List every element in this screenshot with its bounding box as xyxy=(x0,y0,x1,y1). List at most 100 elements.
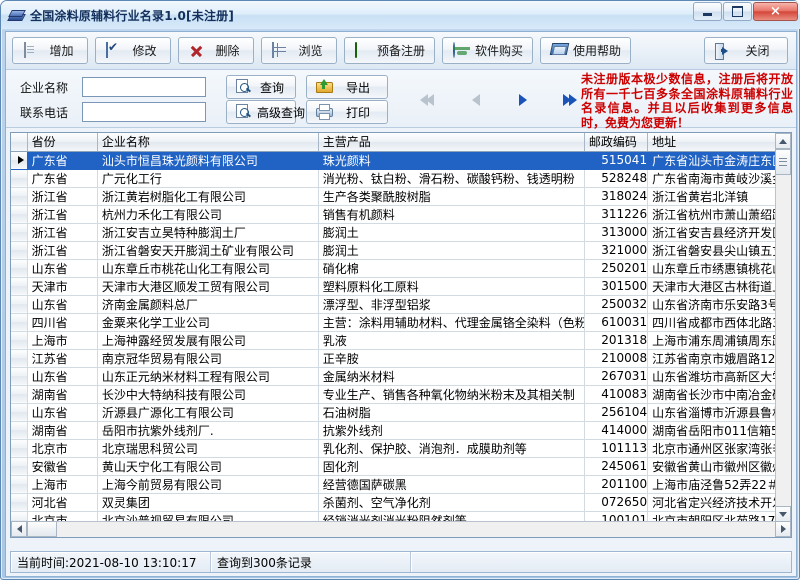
row-indicator[interactable] xyxy=(11,169,28,188)
scroll-left-button[interactable] xyxy=(11,521,27,537)
row-indicator[interactable] xyxy=(11,349,28,368)
row-indicator[interactable] xyxy=(11,475,28,494)
table-row[interactable]: 湖南省 长沙中大特纳科技有限公司 专业生产、销售各种氧化物纳米粉末及其相关制 4100… xyxy=(11,385,791,404)
company-name-input[interactable] xyxy=(82,77,206,97)
horizontal-scrollbar[interactable] xyxy=(11,521,791,537)
cell-product: 销售有机颜料 xyxy=(318,205,585,224)
table-row[interactable]: 北京市 北京瑞思科贸公司 乳化剂、保护胶、消泡剂．成膜助剂等 101113 北京市通州区… xyxy=(11,439,791,458)
row-indicator[interactable] xyxy=(11,205,28,224)
table-row[interactable]: 四川省 金粟来化学工业公司 主营：涂料用辅助材料、代理金属铬全染料（色粉 610031… xyxy=(11,313,791,332)
table-row[interactable]: 安徽省黄山天宁化工有限公司固化剂245061安徽省黄山市徽州区徽州西路 xyxy=(11,457,791,476)
column-header-address[interactable]: 地址 xyxy=(647,133,791,152)
row-indicator[interactable] xyxy=(11,223,28,242)
pre-register-button[interactable]: 预备注册 xyxy=(344,37,436,64)
row-indicator[interactable] xyxy=(11,439,28,458)
horizontal-scroll-thumb[interactable] xyxy=(27,521,57,537)
browse-button[interactable]: 浏览 xyxy=(261,37,337,64)
cell-product: 抗紫外线剂 xyxy=(318,421,585,440)
last-record-icon[interactable] xyxy=(561,91,579,109)
table-row[interactable]: 上海市上海神露经贸发展有限公司乳液201318上海市浦东周浦镇周东路602- xyxy=(11,331,791,350)
cell-province: 浙江省 xyxy=(27,205,98,224)
cell-province: 天津市 xyxy=(27,277,98,296)
contact-phone-input[interactable] xyxy=(82,102,206,122)
close-button[interactable]: 关闭 xyxy=(704,37,788,64)
cell-address: 浙江省黄岩北洋镇 xyxy=(647,187,791,206)
table-row[interactable]: 浙江省 浙江黄岩树脂化工有限公司 生产各类聚酰胺树脂 318024 浙江省黄岩北洋镇 xyxy=(11,187,791,206)
cell-province: 安徽省 xyxy=(27,457,98,476)
export-button[interactable]: 导出 xyxy=(306,75,388,99)
cell-product: 漂浮型、非浮型铝浆 xyxy=(318,295,585,314)
vertical-scroll-thumb[interactable] xyxy=(775,149,791,175)
maximize-button[interactable] xyxy=(723,2,752,21)
table-row[interactable]: 浙江省浙江省磐安天开膨润土矿业有限公司膨润土321000浙江省磐安县尖山镇五丈工… xyxy=(11,241,791,260)
table-row[interactable]: 山东省山东章丘市桃花山化工有限公司硝化棉250201山东章丘市绣惠镇桃花山铝土 xyxy=(11,259,791,278)
add-button[interactable]: 增加 xyxy=(12,37,88,64)
help-button[interactable]: 使用帮助 xyxy=(540,37,632,64)
table-row[interactable]: 山东省 山东正元纳米材料工程有限公司 金属纳米材料 267031 山东省潍坊市高新区大学… xyxy=(11,367,791,386)
scroll-right-button[interactable] xyxy=(775,521,791,537)
books-icon xyxy=(7,7,26,23)
records-grid[interactable]: 省份 企业名称 主营产品 邮政编码 地址 广东省 汕头市恒昌珠光颜料有限公司 珠光颜… xyxy=(10,132,792,538)
row-indicator[interactable] xyxy=(11,403,28,422)
cell-product: 杀菌剂、空气净化剂 xyxy=(318,493,585,512)
row-indicator[interactable] xyxy=(11,367,28,386)
minimize-button[interactable] xyxy=(693,2,722,21)
cell-address: 山东章丘市绣惠镇桃花山铝土 xyxy=(647,259,791,278)
row-indicator[interactable] xyxy=(11,457,28,476)
row-indicator[interactable] xyxy=(11,313,28,332)
row-indicator[interactable] xyxy=(11,187,28,206)
row-indicator[interactable] xyxy=(11,385,28,404)
vertical-scrollbar[interactable] xyxy=(775,133,791,522)
cell-postcode: 245061 xyxy=(584,457,649,476)
cell-address: 山东省潍坊市高新区大学科技 xyxy=(647,367,791,386)
purchase-software-button[interactable]: 软件购买 xyxy=(442,37,534,64)
checkbox-edit-icon xyxy=(105,41,121,59)
row-indicator[interactable] xyxy=(11,259,28,278)
table-row[interactable]: 天津市 天津市大港区顺发工贸有限公司 塑料原料化工原料 301500 天津市大港区古林街… xyxy=(11,277,791,296)
print-button[interactable]: 打印 xyxy=(306,100,388,124)
table-row[interactable]: 山东省 济南金属颜料总厂 漂浮型、非浮型铝浆 250032 山东省济南市乐安路3号 xyxy=(11,295,791,314)
column-header-province[interactable]: 省份 xyxy=(27,133,98,152)
advanced-query-button[interactable]: 高级查询 xyxy=(226,100,305,124)
edit-button[interactable]: 修改 xyxy=(95,37,171,64)
table-row[interactable]: 浙江省浙江安吉立昊特种膨润土厂膨润土313000浙江省安吉县经济开发区万亩 xyxy=(11,223,791,242)
row-indicator[interactable] xyxy=(11,421,28,440)
row-indicator[interactable] xyxy=(11,151,28,170)
chevron-down-icon xyxy=(779,511,787,517)
table-row[interactable]: 上海市上海今前贸易有限公司经营德国萨碳黑201100上海市庙泾鲁52弄22＃楼5… xyxy=(11,475,791,494)
next-record-icon[interactable] xyxy=(513,91,531,109)
table-row[interactable]: 河北省 双灵集团 杀菌剂、空气净化剂 072650 河北省定兴经济技术开发区 xyxy=(11,493,791,512)
row-indicator[interactable] xyxy=(11,241,28,260)
search-advanced-icon xyxy=(235,104,251,120)
column-header-company[interactable]: 企业名称 xyxy=(97,133,319,152)
scroll-up-button[interactable] xyxy=(775,133,791,149)
delete-button[interactable]: 删除 xyxy=(178,37,254,64)
cell-province: 江苏省 xyxy=(27,349,98,368)
first-record-icon[interactable] xyxy=(418,91,436,109)
cell-product: 正辛胺 xyxy=(318,349,585,368)
row-indicator[interactable] xyxy=(11,493,28,512)
column-header-postcode[interactable]: 邮政编码 xyxy=(584,133,649,152)
row-indicator[interactable] xyxy=(11,331,28,350)
table-row[interactable]: 广东省 广元化工行 消光粉、钛白粉、滑石粉、碳酸钙粉、钱透明粉 528248 广东省南海… xyxy=(11,169,791,188)
printer-icon xyxy=(315,104,333,120)
scroll-down-button[interactable] xyxy=(775,506,791,522)
table-row[interactable]: 湖南省 岳阳市抗紫外线剂厂. 抗紫外线剂 414000 湖南省岳阳市011信箱50号 xyxy=(11,421,791,440)
row-indicator-header xyxy=(11,133,28,152)
table-row[interactable]: 山东省沂源县广源化工有限公司石油树脂256104山东省淄博市沂源县鲁村镇耆 xyxy=(11,403,791,422)
cell-province: 湖南省 xyxy=(27,385,98,404)
column-header-product[interactable]: 主营产品 xyxy=(318,133,585,152)
close-window-button[interactable]: × xyxy=(753,2,798,21)
table-row[interactable]: 广东省汕头市恒昌珠光颜料有限公司珠光颜料515041广东省汕头市金涛庄东区73栋 xyxy=(11,151,791,170)
row-indicator[interactable] xyxy=(11,295,28,314)
query-button[interactable]: 查询 xyxy=(226,75,296,99)
table-row[interactable]: 江苏省 南京冠华贸易有限公司 正辛胺 210008 江苏省南京市娥眉路12号 xyxy=(11,349,791,368)
cell-province: 浙江省 xyxy=(27,187,98,206)
cell-postcode: 250032 xyxy=(584,295,649,314)
cell-postcode: 515041 xyxy=(584,151,649,170)
previous-record-icon[interactable] xyxy=(466,91,484,109)
table-row[interactable]: 浙江省杭州力禾化工有限公司销售有机颜料311226浙江省杭州市萧山萧绍路289- xyxy=(11,205,791,224)
cell-company: 浙江黄岩树脂化工有限公司 xyxy=(97,187,319,206)
row-indicator[interactable] xyxy=(11,277,28,296)
cell-postcode: 301500 xyxy=(584,277,649,296)
